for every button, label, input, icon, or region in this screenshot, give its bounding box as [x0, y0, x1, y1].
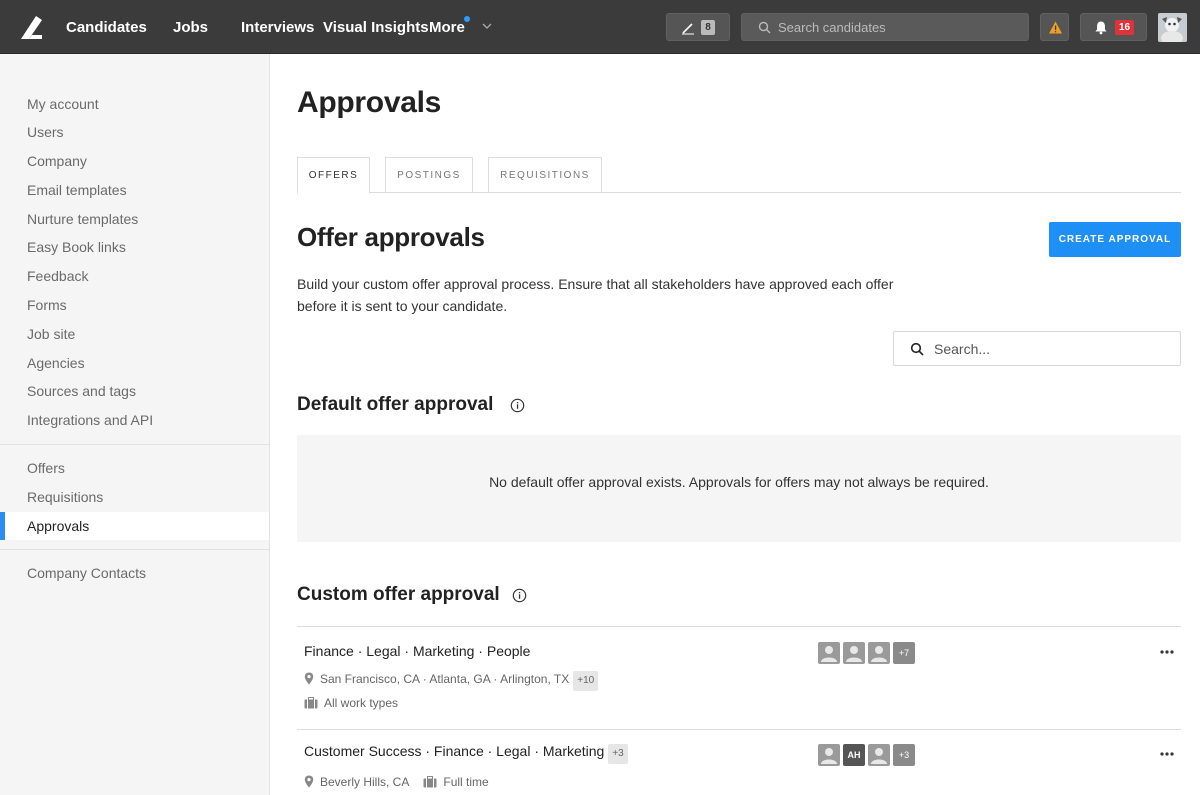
person-icon: [821, 748, 837, 764]
person-icon: [821, 646, 837, 662]
top-nav: Candidates Jobs Interviews Visual Insigh…: [0, 0, 1200, 54]
chevron-down-icon[interactable]: [481, 20, 493, 32]
tab-postings[interactable]: POSTINGS: [385, 157, 473, 193]
nav-candidates[interactable]: Candidates: [66, 0, 147, 54]
nav-more[interactable]: More: [429, 0, 465, 54]
approval-row-location: Beverly Hills, CA Full time: [304, 775, 489, 789]
search-icon: [758, 21, 771, 34]
approver-avatars: AH +3: [818, 744, 918, 766]
approval-search[interactable]: [893, 331, 1181, 366]
location-pin-icon: [304, 672, 314, 685]
sidebar-item-integrations[interactable]: Integrations and API: [0, 406, 269, 434]
approval-row-work-type: All work types: [304, 696, 398, 710]
approver-avatars: +7: [818, 642, 918, 664]
warning-button[interactable]: [1040, 13, 1069, 41]
sidebar-item-agencies[interactable]: Agencies: [0, 349, 269, 377]
notification-count-badge: 16: [1115, 20, 1134, 35]
nav-jobs[interactable]: Jobs: [173, 0, 208, 54]
sidebar-item-company[interactable]: Company: [0, 147, 269, 175]
approval-row-title[interactable]: Customer Success · Finance · Legal · Mar…: [304, 743, 628, 764]
sidebar-item-forms[interactable]: Forms: [0, 291, 269, 319]
custom-approval-heading: Custom offer approval: [297, 584, 500, 605]
approver-more-badge[interactable]: +3: [893, 744, 915, 766]
info-icon[interactable]: [510, 398, 525, 413]
notifications-button[interactable]: 16: [1080, 13, 1147, 41]
sidebar-item-nurture-templates[interactable]: Nurture templates: [0, 205, 269, 233]
sidebar-item-easy-book-links[interactable]: Easy Book links: [0, 233, 269, 261]
more-options-icon[interactable]: [1159, 750, 1175, 758]
create-approval-button[interactable]: CREATE APPROVAL: [1049, 222, 1181, 257]
approver-avatar[interactable]: [868, 744, 890, 766]
person-icon: [871, 748, 887, 764]
approval-row-location: San Francisco, CA · Atlanta, GA · Arling…: [304, 671, 599, 691]
sidebar-item-approvals[interactable]: Approvals: [0, 512, 269, 540]
pen-button[interactable]: 8: [666, 13, 730, 41]
bell-icon: [1095, 21, 1107, 35]
info-icon[interactable]: [512, 588, 527, 603]
person-icon: [871, 646, 887, 662]
sidebar-divider: [0, 549, 269, 550]
approver-avatar[interactable]: [843, 642, 865, 664]
sidebar-divider: [0, 444, 269, 445]
candidate-search-input[interactable]: [778, 17, 1018, 37]
location-text: San Francisco, CA · Atlanta, GA · Arling…: [320, 672, 570, 686]
page-title: Approvals: [297, 86, 442, 119]
search-icon: [910, 342, 924, 356]
section-description: Build your custom offer approval process…: [297, 273, 897, 317]
row-divider: [297, 729, 1181, 730]
user-avatar[interactable]: [1158, 13, 1187, 42]
approver-more-badge[interactable]: +7: [893, 642, 915, 664]
location-pin-icon: [304, 775, 314, 788]
warning-icon: [1049, 21, 1062, 34]
avatar-photo-icon: [1158, 13, 1187, 42]
sidebar-item-company-contacts[interactable]: Company Contacts: [0, 559, 269, 587]
default-approval-empty: No default offer approval exists. Approv…: [297, 435, 1181, 542]
row-divider: [297, 626, 1181, 627]
work-type-text: Full time: [443, 775, 489, 789]
tab-requisitions[interactable]: REQUISITIONS: [488, 157, 602, 193]
sidebar-item-my-account[interactable]: My account: [0, 90, 269, 118]
sidebar-item-users[interactable]: Users: [0, 118, 269, 146]
settings-sidebar: My account Users Company Email templates…: [0, 54, 270, 795]
sidebar-item-offers[interactable]: Offers: [0, 454, 269, 482]
nav-visual-insights[interactable]: Visual Insights: [323, 0, 429, 54]
lever-logo-icon[interactable]: [18, 13, 46, 41]
briefcase-icon: [423, 776, 437, 788]
sidebar-item-feedback[interactable]: Feedback: [0, 262, 269, 290]
briefcase-icon: [304, 697, 318, 709]
approver-avatar[interactable]: [818, 744, 840, 766]
approval-tabs: OFFERS POSTINGS REQUISITIONS: [297, 157, 1181, 194]
work-type-text: All work types: [324, 696, 399, 710]
candidate-search[interactable]: [741, 13, 1029, 41]
description-line: before it is sent to your candidate.: [297, 298, 508, 314]
approver-avatar[interactable]: [818, 642, 840, 664]
title-more-badge[interactable]: +3: [608, 744, 628, 764]
location-more-badge[interactable]: +10: [573, 671, 599, 691]
default-approval-heading: Default offer approval: [297, 394, 494, 415]
person-icon: [846, 646, 862, 662]
sidebar-item-requisitions[interactable]: Requisitions: [0, 483, 269, 511]
approval-row-title-text: Customer Success · Finance · Legal · Mar…: [304, 743, 605, 759]
location-text: Beverly Hills, CA: [320, 775, 410, 789]
approver-avatar[interactable]: [868, 642, 890, 664]
sidebar-item-sources-and-tags[interactable]: Sources and tags: [0, 377, 269, 405]
sidebar-item-email-templates[interactable]: Email templates: [0, 176, 269, 204]
description-line: Build your custom offer approval process…: [297, 276, 894, 292]
sidebar-item-job-site[interactable]: Job site: [0, 320, 269, 348]
approver-avatar-initials[interactable]: AH: [843, 744, 865, 766]
more-notification-dot: [464, 16, 470, 22]
nav-interviews[interactable]: Interviews: [241, 0, 314, 54]
approval-row-title[interactable]: Finance · Legal · Marketing · People: [304, 643, 530, 659]
tab-offers[interactable]: OFFERS: [297, 157, 370, 194]
approval-search-input[interactable]: [934, 339, 1169, 359]
more-options-icon[interactable]: [1159, 648, 1175, 656]
pen-count-badge: 8: [701, 20, 715, 35]
section-title: Offer approvals: [297, 222, 485, 252]
pen-icon: [682, 23, 694, 35]
